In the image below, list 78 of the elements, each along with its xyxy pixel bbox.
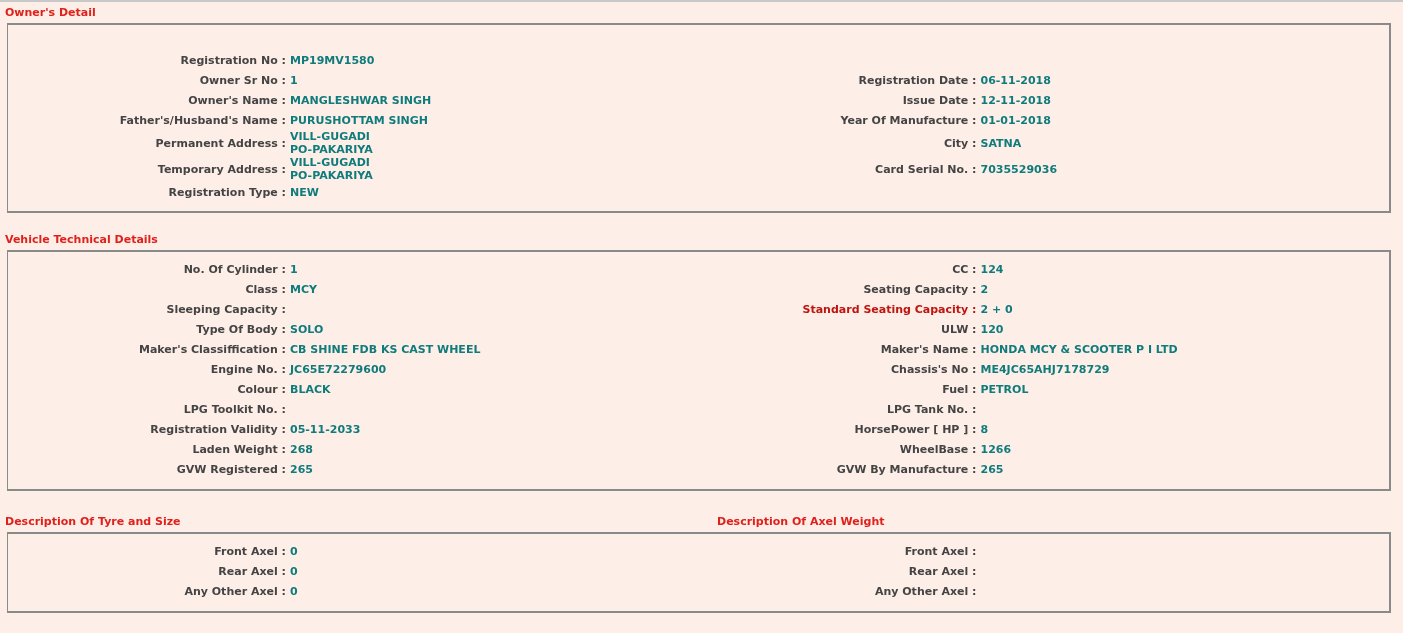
field-label: Engine No. : — [209, 362, 287, 376]
field-label: Registration Type : — [167, 185, 287, 199]
field-value: 06-11-2018 — [980, 73, 1051, 87]
field-label: Year Of Manufacture : — [839, 113, 978, 127]
field-label: Standard Seating Capacity : — [801, 302, 978, 316]
field-label: Temporary Address : — [156, 162, 287, 176]
field-label: Sleeping Capacity : — [165, 302, 287, 316]
field-value: MANGLESHWAR SINGH — [290, 93, 432, 107]
field-value: 0 — [290, 564, 298, 578]
field-label: Front Axel : — [213, 544, 287, 558]
field-label: LPG Toolkit No. : — [182, 402, 287, 416]
field-label: Owner Sr No : — [198, 73, 287, 87]
field-label: Permanent Address : — [154, 136, 287, 150]
field-label: Fuel : — [941, 382, 978, 396]
field-label: Front Axel : — [903, 544, 978, 558]
field-value: 0 — [290, 544, 298, 558]
field-value: 8 — [980, 422, 989, 436]
field-label: GVW Registered : — [175, 462, 287, 476]
field-label: Registration Validity : — [149, 422, 287, 436]
field-label: Maker's Name : — [879, 342, 978, 356]
section-heading: Owner's Detail — [4, 5, 97, 21]
field-value: 7035529036 — [980, 162, 1058, 176]
field-value: MP19MV1580 — [290, 53, 375, 67]
field-label: Issue Date : — [901, 93, 978, 107]
field-label: Registration No : — [179, 53, 287, 67]
field-label: City : — [943, 136, 978, 150]
field-value: NEW — [290, 185, 319, 199]
field-label: GVW By Manufacture : — [835, 462, 978, 476]
field-value: PURUSHOTTAM SINGH — [290, 113, 429, 127]
field-label: Chassis's No : — [890, 362, 978, 376]
section-heading: Vehicle Technical Details — [4, 232, 159, 248]
field-value: PETROL — [980, 382, 1029, 396]
field-label: Colour : — [236, 382, 287, 396]
field-value: VILL-GUGADI PO-PAKARIYA — [290, 130, 373, 156]
field-label: ULW : — [940, 322, 978, 336]
section-heading: Description Of Axel Weight — [716, 514, 885, 530]
field-label: Class : — [244, 282, 287, 296]
field-value: 1266 — [980, 442, 1012, 456]
field-value: ME4JC65AHJ7178729 — [980, 362, 1110, 376]
field-value: 1 — [290, 73, 298, 87]
field-value: MCY — [290, 282, 317, 296]
field-value: VILL-GUGADI PO-PAKARIYA — [290, 156, 373, 182]
field-value: 05-11-2033 — [290, 422, 361, 436]
field-value: 2 + 0 — [980, 302, 1013, 316]
field-value: SATNA — [980, 136, 1022, 150]
field-value: 2 — [980, 282, 989, 296]
field-label: LPG Tank No. : — [885, 402, 978, 416]
field-label: Father's/Husband's Name : — [118, 113, 287, 127]
field-label: CC : — [951, 262, 978, 276]
field-value: 0 — [290, 584, 298, 598]
field-value: SOLO — [290, 322, 324, 336]
field-label: Any Other Axel : — [183, 584, 287, 598]
field-value: 12-11-2018 — [980, 93, 1051, 107]
field-value: 265 — [290, 462, 313, 476]
field-value: 1 — [290, 262, 298, 276]
field-label: Rear Axel : — [217, 564, 287, 578]
field-label: Registration Date : — [857, 73, 978, 87]
field-label: WheelBase : — [898, 442, 978, 456]
field-value: JC65E72279600 — [290, 362, 387, 376]
field-value: BLACK — [290, 382, 331, 396]
field-value: HONDA MCY & SCOOTER P I LTD — [980, 342, 1178, 356]
field-label: Any Other Axel : — [873, 584, 978, 598]
field-label: Maker's Classiffication : — [138, 342, 287, 356]
field-label: Type Of Body : — [195, 322, 287, 336]
field-value: 268 — [290, 442, 313, 456]
field-label: Laden Weight : — [191, 442, 287, 456]
field-label: No. Of Cylinder : — [182, 262, 287, 276]
field-label: Card Serial No. : — [874, 162, 978, 176]
field-label: Rear Axel : — [907, 564, 978, 578]
field-value: 120 — [980, 322, 1004, 336]
field-value: 01-01-2018 — [980, 113, 1051, 127]
field-label: Seating Capacity : — [862, 282, 978, 296]
field-value: 265 — [980, 462, 1004, 476]
field-label: HorsePower [ HP ] : — [853, 422, 978, 436]
field-label: Owner's Name : — [187, 93, 287, 107]
section-heading: Description Of Tyre and Size — [4, 514, 182, 530]
field-value: CB SHINE FDB KS CAST WHEEL — [290, 342, 481, 356]
field-value: 124 — [980, 262, 1004, 276]
